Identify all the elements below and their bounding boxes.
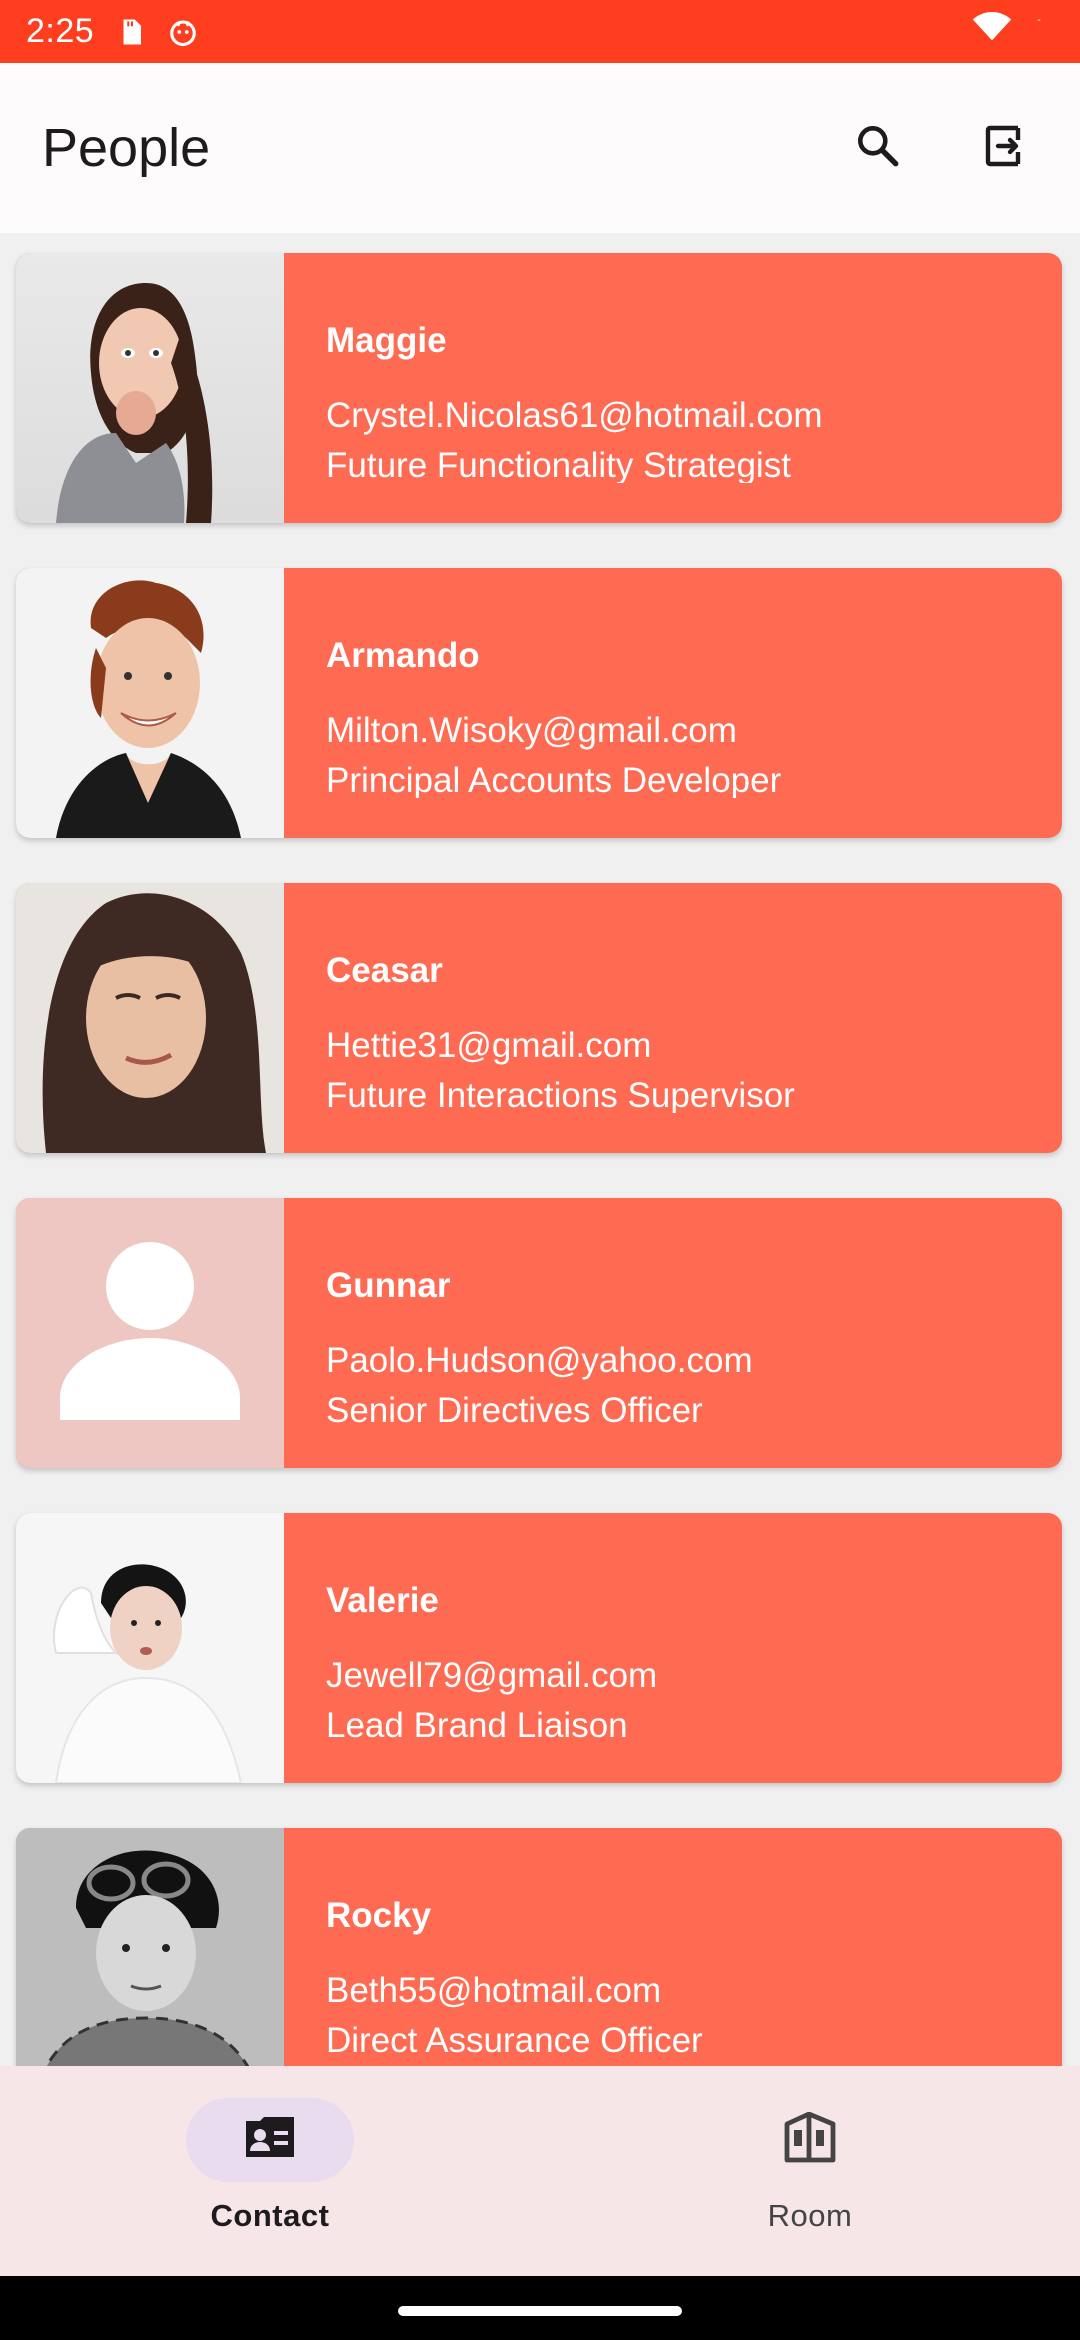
system-gesture-bar [0, 2276, 1080, 2340]
contact-card[interactable]: Valerie Jewell79@gmail.com Lead Brand Li… [16, 1513, 1062, 1783]
contact-card[interactable]: Armando Milton.Wisoky@gmail.com Principa… [16, 568, 1062, 838]
nav-label-contact: Contact [210, 2198, 330, 2233]
contact-photo [16, 568, 284, 838]
contact-info: Ceasar Hettie31@gmail.com Future Interac… [284, 883, 1062, 1153]
contact-info: Rocky Beth55@hotmail.com Direct Assuranc… [284, 1828, 1062, 2066]
battery-icon [1024, 12, 1054, 51]
sd-card-icon [116, 17, 146, 47]
contact-name: Ceasar [326, 951, 443, 990]
contact-name: Valerie [326, 1581, 439, 1620]
screen: 2:25 People Maggie Crystel.Nicolas61@hot… [0, 0, 1080, 2340]
contact-job-title: Lead Brand Liaison [326, 1706, 628, 1743]
contact-list[interactable]: Maggie Crystel.Nicolas61@hotmail.com Fut… [0, 233, 1080, 2066]
contact-info: Maggie Crystel.Nicolas61@hotmail.com Fut… [284, 253, 1062, 523]
avatar-placeholder [16, 1198, 284, 1468]
contact-photo [16, 1513, 284, 1783]
contact-name: Rocky [326, 1896, 432, 1935]
logout-button[interactable] [974, 118, 1034, 178]
nav-pill [726, 2098, 894, 2182]
nav-item-contact[interactable]: Contact [0, 2066, 540, 2276]
contact-card[interactable]: Maggie Crystel.Nicolas61@hotmail.com Fut… [16, 253, 1062, 523]
contact-email: Crystel.Nicolas61@hotmail.com [326, 396, 823, 435]
contact-name: Gunnar [326, 1266, 451, 1305]
contact-job-title: Direct Assurance Officer [326, 2021, 703, 2058]
android-icon [168, 17, 198, 47]
room-building-icon [783, 2111, 837, 2169]
nav-label-room: Room [767, 2198, 853, 2233]
contact-job-title: Future Functionality Strategist [326, 446, 791, 483]
home-gesture-handle[interactable] [398, 2306, 682, 2316]
contact-job-title: Senior Directives Officer [326, 1391, 703, 1428]
contact-email: Jewell79@gmail.com [326, 1656, 658, 1695]
contact-info: Armando Milton.Wisoky@gmail.com Principa… [284, 568, 1062, 838]
contact-email: Hettie31@gmail.com [326, 1026, 652, 1065]
logout-icon [980, 122, 1028, 175]
contact-card[interactable]: Ceasar Hettie31@gmail.com Future Interac… [16, 883, 1062, 1153]
search-button[interactable] [848, 118, 908, 178]
contact-job-title: Principal Accounts Developer [326, 761, 782, 798]
status-bar: 2:25 [0, 0, 1080, 63]
top-app-bar: People [0, 63, 1080, 233]
nav-active-indicator [186, 2098, 354, 2182]
page-title: People [42, 118, 211, 178]
contact-card[interactable]: Gunnar Paolo.Hudson@yahoo.com Senior Dir… [16, 1198, 1062, 1468]
contact-name: Maggie [326, 321, 447, 360]
contact-name: Armando [326, 636, 480, 675]
contact-email: Milton.Wisoky@gmail.com [326, 711, 737, 750]
bottom-navigation: Contact Room [0, 2066, 1080, 2276]
contact-email: Beth55@hotmail.com [326, 1971, 662, 2010]
status-time: 2:25 [26, 12, 95, 50]
contact-email: Paolo.Hudson@yahoo.com [326, 1341, 753, 1380]
wifi-icon [972, 12, 1012, 51]
contact-job-title: Future Interactions Supervisor [326, 1076, 795, 1113]
nav-item-room[interactable]: Room [540, 2066, 1080, 2276]
contact-info: Gunnar Paolo.Hudson@yahoo.com Senior Dir… [284, 1198, 1062, 1468]
contact-photo [16, 883, 284, 1153]
contact-card[interactable]: Rocky Beth55@hotmail.com Direct Assuranc… [16, 1828, 1062, 2066]
person-icon [16, 1242, 284, 1468]
contact-info: Valerie Jewell79@gmail.com Lead Brand Li… [284, 1513, 1062, 1783]
contact-card-icon [242, 2115, 298, 2166]
contact-photo [16, 1828, 284, 2066]
search-icon [853, 121, 903, 176]
contact-photo [16, 253, 284, 523]
